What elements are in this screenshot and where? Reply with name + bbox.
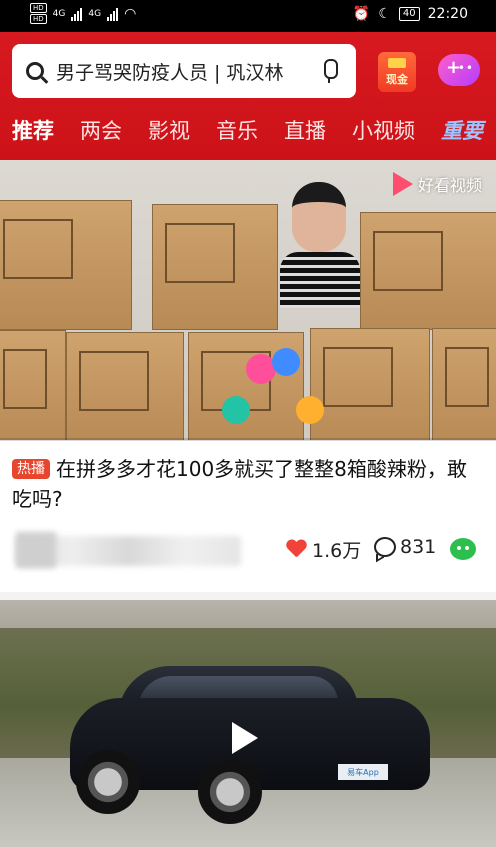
hd-label: HD — [30, 3, 47, 13]
network-label: 4G — [52, 8, 66, 19]
search-input[interactable]: 男子骂哭防疫人员 | 巩汉林 — [56, 58, 316, 85]
search-icon — [26, 62, 44, 80]
box-image — [0, 330, 66, 440]
video-title-text: 在拼多多才花100多就买了整整8箱酸辣粉，敢吃吗? — [12, 457, 467, 511]
video-title-1[interactable]: 热播 在拼多多才花100多就买了整整8箱酸辣粉，敢吃吗? — [12, 454, 472, 514]
haokan-watermark: 好看视频 — [392, 172, 482, 196]
hd-icon: HD HD — [30, 3, 47, 24]
heart-icon — [286, 540, 306, 560]
cash-reward-button[interactable]: 现金 — [378, 52, 416, 92]
video-card-1[interactable]: 好看视频 热播 在拼多多才花100多就买了整整8箱酸辣粉，敢吃吗? 1.6万 83… — [0, 160, 496, 592]
comment-count: 831 — [400, 536, 437, 558]
channel-tabs: 推荐 两会 影视 音乐 直播 小视频 重要 — [0, 110, 496, 150]
watermark-label: 好看视频 — [417, 176, 482, 195]
car-wheel — [76, 750, 140, 814]
game-controller-icon[interactable] — [438, 54, 480, 86]
video-thumbnail-1[interactable]: 好看视频 — [0, 160, 496, 440]
tab-music[interactable]: 音乐 — [216, 115, 258, 145]
tab-recommend[interactable]: 推荐 — [12, 115, 54, 145]
like-button[interactable]: 1.6万 — [286, 536, 361, 563]
comment-button[interactable]: 831 — [374, 536, 436, 558]
comment-icon — [374, 537, 396, 557]
haokan-logo-icon — [392, 172, 413, 196]
alarm-icon: ⏰ — [352, 6, 371, 22]
status-right: ⏰ ☾ 40 22:20 — [353, 6, 468, 22]
status-left: HD HD 4G 4G ◠ — [30, 3, 136, 24]
video-card-2[interactable]: 易车App — [0, 600, 496, 847]
tab-live[interactable]: 直播 — [284, 115, 326, 145]
license-plate: 易车App — [338, 764, 388, 780]
box-image — [152, 204, 278, 330]
presenter-image — [280, 182, 362, 308]
tab-important[interactable]: 重要 — [441, 115, 483, 145]
car-wheel — [198, 760, 262, 824]
avatar[interactable] — [16, 532, 56, 568]
network-label-2: 4G — [88, 8, 102, 19]
wechat-share-icon[interactable] — [450, 538, 476, 560]
play-icon[interactable] — [232, 722, 258, 754]
microphone-icon[interactable] — [316, 56, 342, 86]
box-image — [432, 328, 496, 440]
wifi-icon: ◠ — [124, 5, 137, 22]
signal-icon-2 — [107, 7, 119, 21]
tab-short-video[interactable]: 小视频 — [352, 115, 415, 145]
box-image — [0, 200, 132, 330]
box-image — [66, 332, 184, 440]
video-progress-bar[interactable] — [0, 438, 496, 441]
app-header: 男子骂哭防疫人员 | 巩汉林 现金 推荐 两会 影视 音乐 直播 小视频 重要 — [0, 32, 496, 160]
tab-movies[interactable]: 影视 — [148, 115, 190, 145]
star-sticker-icon — [272, 348, 300, 376]
status-bar: HD HD 4G 4G ◠ ⏰ ☾ 40 22:20 — [0, 0, 496, 32]
hd-label-2: HD — [30, 14, 47, 24]
clock: 22:20 — [427, 6, 468, 22]
battery-icon: 40 — [398, 7, 420, 21]
like-count: 1.6万 — [312, 540, 362, 562]
search-bar[interactable]: 男子骂哭防疫人员 | 巩汉林 — [12, 44, 356, 98]
signal-icon — [71, 7, 83, 21]
gift-sticker-icon — [296, 396, 324, 424]
box-image — [310, 328, 430, 440]
app-root: HD HD 4G 4G ◠ ⏰ ☾ 40 22:20 男子骂哭防疫人员 | 巩汉… — [0, 0, 496, 847]
box-image — [360, 212, 496, 330]
moon-icon: ☾ — [378, 6, 391, 22]
video-sticker-icon — [222, 396, 250, 424]
video-meta-1: 1.6万 831 — [0, 528, 496, 568]
hot-badge: 热播 — [12, 459, 50, 479]
tab-two-sessions[interactable]: 两会 — [80, 115, 122, 145]
